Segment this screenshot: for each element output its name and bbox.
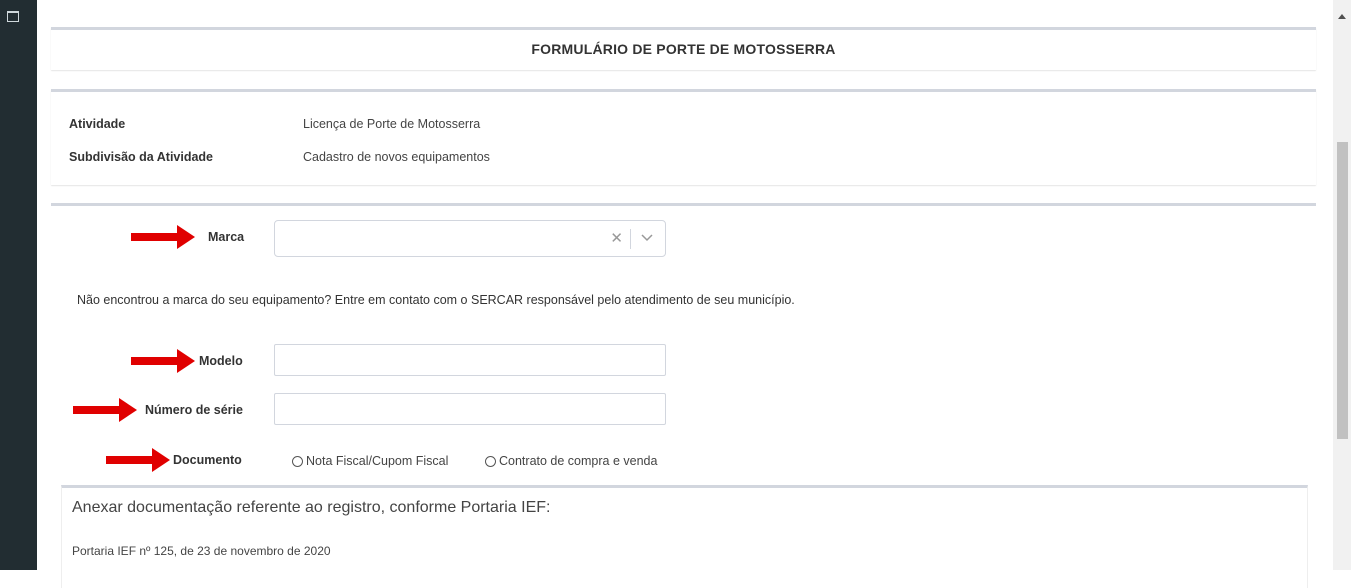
- numero-serie-label: Número de série: [145, 403, 243, 417]
- radio-contrato[interactable]: Contrato de compra e venda: [485, 454, 657, 468]
- info-key: Atividade: [69, 117, 126, 131]
- red-arrow-icon: [73, 398, 137, 422]
- main-content: FORMULÁRIO DE PORTE DE MOTOSSERRA Ativid…: [37, 0, 1333, 588]
- radio-nota-fiscal[interactable]: Nota Fiscal/Cupom Fiscal: [292, 454, 448, 468]
- modelo-input[interactable]: [274, 344, 666, 376]
- form-title-panel: FORMULÁRIO DE PORTE DE MOTOSSERRA: [51, 27, 1316, 70]
- radio-circle[interactable]: [485, 456, 496, 467]
- sidebar: [0, 0, 37, 570]
- chevron-down-icon[interactable]: [641, 231, 653, 243]
- documento-label: Documento: [173, 453, 242, 467]
- info-key: Subdivisão da Atividade: [69, 150, 214, 164]
- numero-serie-input[interactable]: [274, 393, 666, 425]
- radio-label: Contrato de compra e venda: [499, 454, 658, 468]
- menu-icon[interactable]: [7, 11, 19, 22]
- select-separator: [630, 229, 631, 249]
- activity-info-panel: Atividade Licença de Porte de Motosserra…: [51, 89, 1316, 185]
- marca-help-text: Não encontrou a marca do seu equipamento…: [77, 293, 795, 307]
- radio-circle[interactable]: [292, 456, 303, 467]
- info-value: Licença de Porte de Motosserra: [303, 117, 481, 131]
- attachment-section: Anexar documentação referente ao registr…: [61, 485, 1308, 588]
- marca-select[interactable]: ✕: [274, 220, 666, 257]
- close-icon[interactable]: ✕: [610, 231, 623, 246]
- modelo-label: Modelo: [199, 354, 243, 368]
- scrollbar-thumb[interactable]: [1337, 142, 1348, 439]
- attachment-title: Anexar documentação referente ao registr…: [72, 499, 551, 516]
- red-arrow-icon: [131, 349, 195, 373]
- vertical-scrollbar[interactable]: [1333, 0, 1351, 570]
- attachment-portaria: Portaria IEF nº 125, de 23 de novembro d…: [72, 544, 331, 558]
- equipment-form: Marca ✕ Não encontrou a marca do seu equ…: [51, 203, 1316, 588]
- red-arrow-icon: [106, 448, 170, 472]
- radio-label: Nota Fiscal/Cupom Fiscal: [306, 454, 449, 468]
- scroll-up-icon[interactable]: [1338, 14, 1346, 19]
- page-title: FORMULÁRIO DE PORTE DE MOTOSSERRA: [531, 41, 836, 57]
- red-arrow-icon: [131, 225, 195, 249]
- info-value: Cadastro de novos equipamentos: [303, 150, 490, 164]
- marca-label: Marca: [208, 230, 245, 244]
